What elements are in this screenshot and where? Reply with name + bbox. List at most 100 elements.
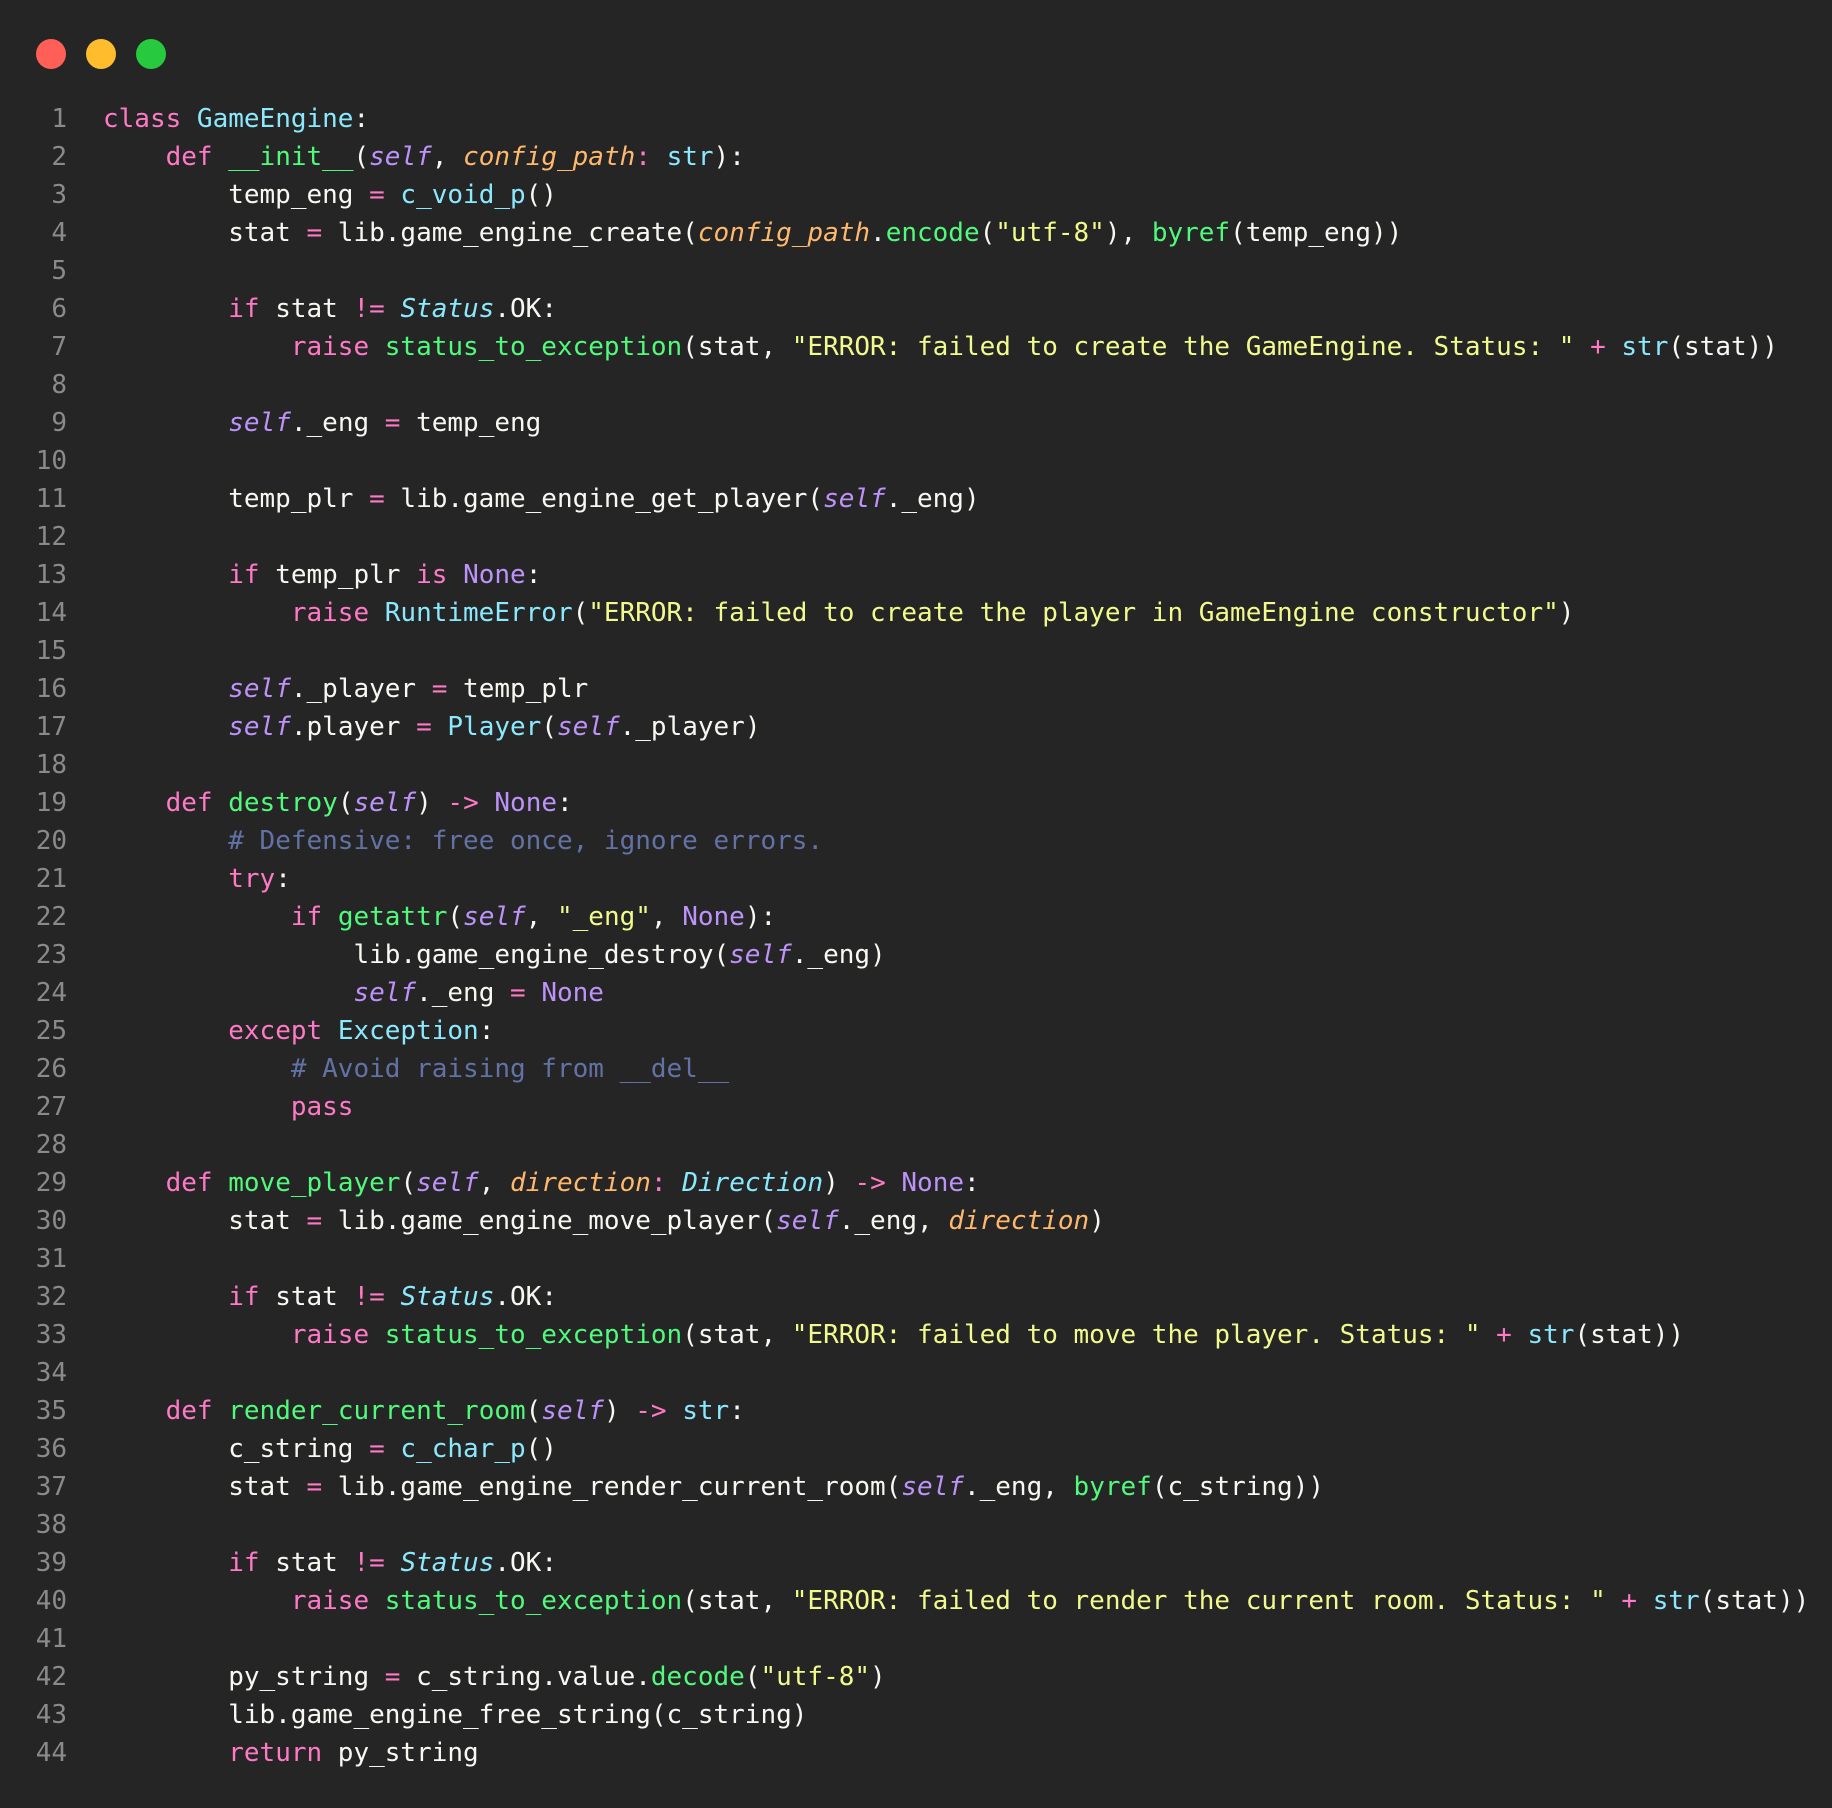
code-line: 10	[0, 442, 1832, 480]
close-icon[interactable]	[36, 39, 66, 69]
code-token: =	[510, 978, 526, 1008]
line-number: 25	[35, 1016, 67, 1046]
line-number: 40	[35, 1586, 67, 1616]
code-text: def __init__(self, config_path: str):	[67, 138, 745, 176]
code-token: (	[337, 788, 354, 818]
code-token: :	[525, 560, 542, 590]
code-token: (stat))	[1668, 332, 1778, 362]
code-token: !=	[353, 1548, 385, 1578]
code-text: raise status_to_exception(stat, "ERROR: …	[67, 1316, 1684, 1354]
line-number: 24	[35, 978, 67, 1008]
code-token: byref	[1073, 1472, 1152, 1502]
code-token: __init__	[228, 142, 354, 172]
code-token: :	[650, 1168, 683, 1198]
code-text: if getattr(self, "_eng", None):	[67, 898, 776, 936]
code-token: :	[729, 1396, 745, 1426]
code-line: 7 raise status_to_exception(stat, "ERROR…	[0, 328, 1832, 366]
code-line: 27 pass	[0, 1088, 1832, 1126]
code-token: )	[1089, 1206, 1105, 1236]
code-token: lib.game_engine_get_player(	[384, 484, 824, 514]
code-line: 22 if getattr(self, "_eng", None):	[0, 898, 1832, 936]
code-line: 12	[0, 518, 1832, 556]
code-text: pass	[67, 1088, 354, 1126]
code-line: 43 lib.game_engine_free_string(c_string)	[0, 1696, 1832, 1734]
code-token: :	[353, 104, 370, 134]
line-number: 18	[35, 750, 67, 780]
code-token: str	[1652, 1586, 1700, 1616]
line-number: 23	[35, 940, 67, 970]
code-text: return py_string	[67, 1734, 478, 1772]
code-token: (	[525, 1396, 542, 1426]
code-line: 5	[0, 252, 1832, 290]
code-token: self	[228, 408, 291, 438]
code-token: lib.game_engine_destroy(	[103, 940, 730, 970]
line-number: 7	[51, 332, 67, 362]
code-token: byref	[1151, 218, 1231, 248]
code-token: GameEngine	[196, 104, 354, 134]
code-token: ->	[854, 1168, 886, 1198]
code-token: (stat))	[1699, 1586, 1810, 1616]
code-line: 40 raise status_to_exception(stat, "ERRO…	[0, 1582, 1832, 1620]
code-token: status_to_exception	[384, 1320, 683, 1350]
code-line: 8	[0, 366, 1832, 404]
code-token: lib.game_engine_free_string(c_string)	[103, 1700, 808, 1730]
code-token: temp_plr	[259, 560, 417, 590]
minimize-icon[interactable]	[86, 39, 116, 69]
code-text: if stat != Status.OK:	[67, 290, 557, 328]
code-line: 30 stat = lib.game_engine_move_player(se…	[0, 1202, 1832, 1240]
code-text: if stat != Status.OK:	[67, 1544, 557, 1582]
code-token: :	[478, 1016, 495, 1046]
code-token: ._eng,	[838, 1206, 949, 1236]
code-line: 44 return py_string	[0, 1734, 1832, 1772]
code-token: Status	[400, 1548, 495, 1578]
line-number: 44	[35, 1738, 67, 1768]
code-token: +	[1621, 1586, 1638, 1616]
line-number: 21	[35, 864, 67, 894]
code-text: if stat != Status.OK:	[67, 1278, 557, 1316]
code-token: ,	[478, 1168, 511, 1198]
line-number: 14	[35, 598, 67, 628]
line-number: 6	[51, 294, 67, 324]
maximize-icon[interactable]	[136, 39, 166, 69]
code-token: lib.game_engine_move_player(	[322, 1206, 777, 1236]
code-token: if	[228, 560, 260, 590]
code-token: self	[416, 1168, 479, 1198]
code-token: .	[870, 218, 886, 248]
code-line: 42 py_string = c_string.value.decode("ut…	[0, 1658, 1832, 1696]
code-token: "utf-8"	[760, 1662, 871, 1692]
code-token: RuntimeError	[384, 598, 573, 628]
code-token: ,	[525, 902, 557, 932]
code-token: =	[306, 1206, 323, 1236]
code-token: self	[541, 1396, 604, 1426]
code-token: raise	[290, 1586, 385, 1616]
line-number: 5	[51, 256, 67, 286]
line-number: 9	[51, 408, 67, 438]
code-token: ()	[525, 1434, 557, 1464]
code-token: ._eng	[416, 978, 510, 1008]
line-number: 28	[35, 1130, 67, 1160]
code-token: (temp_eng))	[1230, 218, 1403, 248]
code-text: class GameEngine:	[67, 100, 369, 138]
code-line: 29 def move_player(self, direction: Dire…	[0, 1164, 1832, 1202]
code-token: Player	[447, 712, 542, 742]
code-text: stat = lib.game_engine_create(config_pat…	[67, 214, 1402, 252]
code-token: try	[228, 864, 276, 894]
code-token: Exception	[337, 1016, 479, 1046]
code-editor[interactable]: 1 class GameEngine: 2 def __init__(self, c…	[0, 100, 1832, 1772]
code-line: 11 temp_plr = lib.game_engine_get_player…	[0, 480, 1832, 518]
code-token: =	[306, 1472, 323, 1502]
code-token: =	[384, 1662, 401, 1692]
code-token: str	[666, 142, 714, 172]
